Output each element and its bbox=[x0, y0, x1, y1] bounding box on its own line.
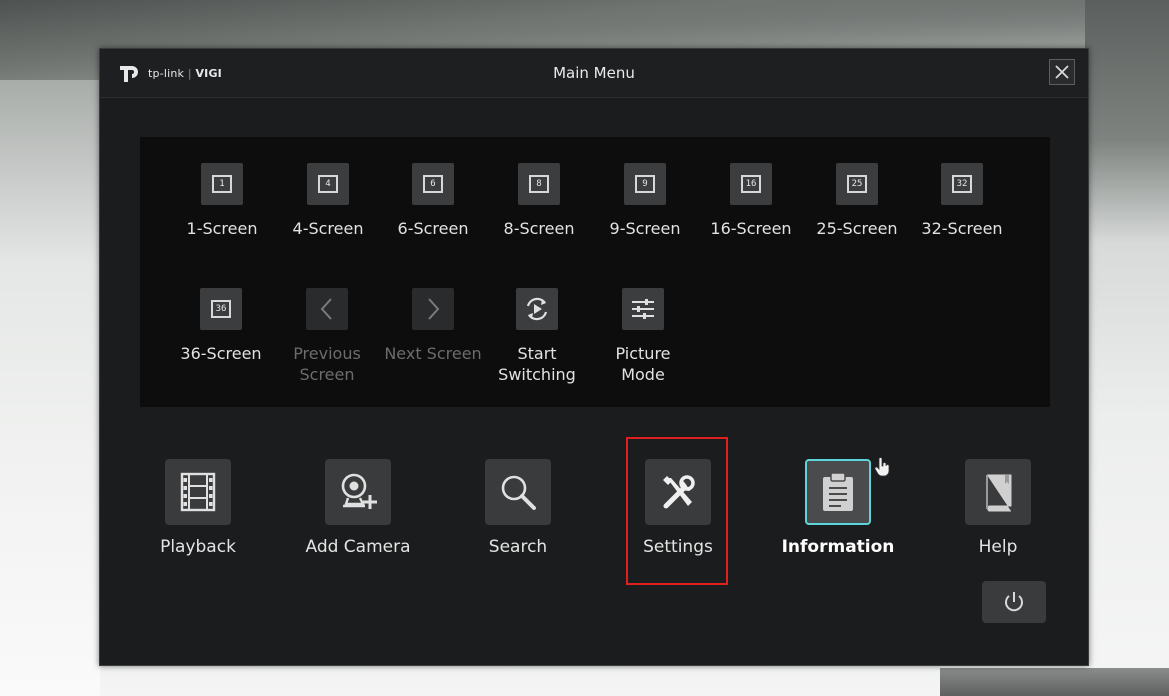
picture-mode-line2: Mode bbox=[621, 365, 665, 384]
title-bar: tp-link | VIGI Main Menu bbox=[100, 49, 1088, 98]
close-button[interactable] bbox=[1049, 59, 1075, 85]
information-label: Information bbox=[781, 537, 895, 557]
previous-screen-button[interactable]: Previous Screen bbox=[274, 288, 380, 385]
search-button[interactable]: Search bbox=[443, 459, 593, 557]
add-camera-button[interactable]: Add Camera bbox=[283, 459, 433, 557]
layout-label: 9-Screen bbox=[609, 219, 681, 238]
background-object bbox=[940, 668, 1169, 696]
layout-25-screen-button[interactable]: 25 25-Screen bbox=[804, 163, 910, 239]
help-label: Help bbox=[978, 537, 1018, 557]
previous-label-line2: Screen bbox=[299, 365, 355, 384]
help-button[interactable]: Help bbox=[923, 459, 1073, 557]
layout-label: 4-Screen bbox=[292, 219, 364, 238]
layout-8-screen-button[interactable]: 8 8-Screen bbox=[486, 163, 592, 239]
picture-mode-line1: Picture bbox=[615, 344, 671, 363]
layout-1-screen-button[interactable]: 1 1-Screen bbox=[169, 163, 275, 239]
layout-4-screen-button[interactable]: 4 4-Screen bbox=[275, 163, 381, 239]
search-label: Search bbox=[488, 537, 548, 557]
layout-9-screen-button[interactable]: 9 9-Screen bbox=[592, 163, 698, 239]
layout-label: 36-Screen bbox=[180, 344, 262, 363]
layout-8-icon: 8 bbox=[529, 175, 549, 193]
add-camera-icon bbox=[341, 473, 377, 509]
hand-cursor-icon bbox=[874, 457, 890, 477]
layout-36-screen-button[interactable]: 36 36-Screen bbox=[168, 288, 274, 364]
playback-label: Playback bbox=[160, 537, 236, 557]
start-switching-line2: Switching bbox=[498, 365, 576, 384]
layout-label: 16-Screen bbox=[710, 219, 792, 238]
layout-25-icon: 25 bbox=[847, 175, 867, 193]
window-title: Main Menu bbox=[553, 64, 635, 82]
layout-9-icon: 9 bbox=[635, 175, 655, 193]
background-wall-left bbox=[0, 80, 100, 696]
power-button[interactable] bbox=[982, 581, 1046, 623]
playback-button[interactable]: Playback bbox=[123, 459, 273, 557]
layout-label: 25-Screen bbox=[816, 219, 898, 238]
film-strip-icon bbox=[180, 472, 216, 512]
start-switching-line1: Start bbox=[517, 344, 557, 363]
cycle-play-icon bbox=[526, 297, 548, 321]
layout-label: 6-Screen bbox=[397, 219, 469, 238]
layout-label: 8-Screen bbox=[503, 219, 575, 238]
layout-32-icon: 32 bbox=[952, 175, 972, 193]
layout-6-screen-button[interactable]: 6 6-Screen bbox=[380, 163, 486, 239]
sliders-icon bbox=[632, 299, 654, 319]
information-button[interactable]: Information bbox=[763, 459, 913, 557]
layout-6-icon: 6 bbox=[423, 175, 443, 193]
layout-label: 32-Screen bbox=[921, 219, 1003, 238]
main-menu-window: tp-link | VIGI Main Menu 1 1-Screen 4 4-… bbox=[99, 48, 1089, 666]
next-screen-button[interactable]: Next Screen bbox=[380, 288, 486, 364]
book-icon bbox=[986, 474, 1012, 512]
start-switching-button[interactable]: Start Switching bbox=[484, 288, 590, 385]
layout-16-icon: 16 bbox=[741, 175, 761, 193]
picture-mode-button[interactable]: Picture Mode bbox=[590, 288, 696, 385]
close-icon bbox=[1055, 65, 1069, 79]
search-icon bbox=[501, 475, 536, 510]
background-wall-right bbox=[1085, 0, 1169, 696]
layout-16-screen-button[interactable]: 16 16-Screen bbox=[698, 163, 804, 239]
settings-highlight-box bbox=[626, 437, 728, 585]
previous-label-line1: Previous bbox=[293, 344, 361, 363]
layout-36-icon: 36 bbox=[211, 300, 231, 318]
clipboard-icon bbox=[823, 472, 853, 511]
layout-1-icon: 1 bbox=[212, 175, 232, 193]
screen-layout-panel: 1 1-Screen 4 4-Screen 6 6-Screen 8 8-Scr… bbox=[140, 137, 1050, 407]
layout-4-icon: 4 bbox=[318, 175, 338, 193]
chevron-right-icon bbox=[428, 298, 440, 320]
layout-label: 1-Screen bbox=[186, 219, 258, 238]
layout-32-screen-button[interactable]: 32 32-Screen bbox=[909, 163, 1015, 239]
next-screen-label: Next Screen bbox=[384, 344, 482, 363]
add-camera-label: Add Camera bbox=[305, 537, 411, 557]
power-icon bbox=[1005, 592, 1023, 612]
chevron-left-icon bbox=[320, 298, 332, 320]
